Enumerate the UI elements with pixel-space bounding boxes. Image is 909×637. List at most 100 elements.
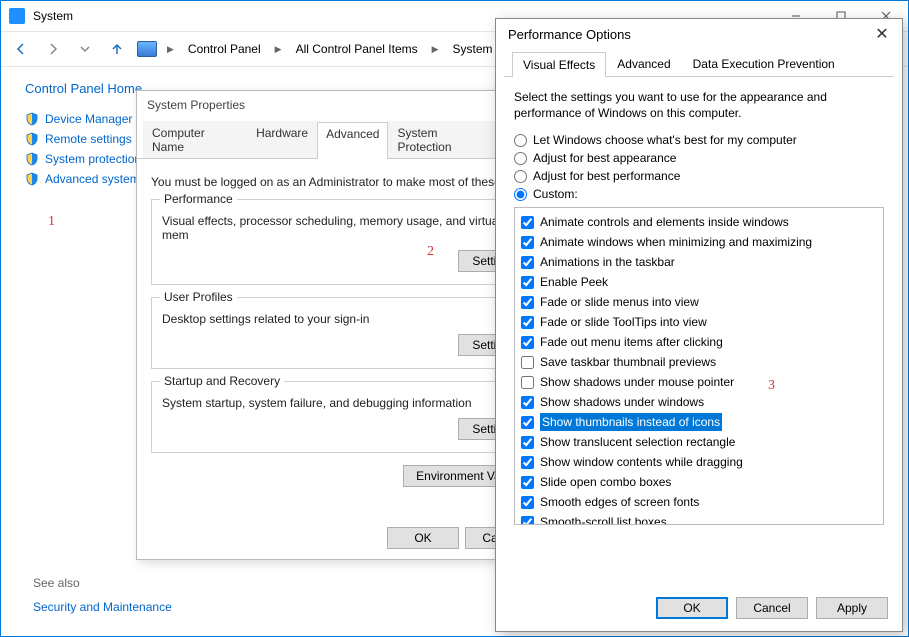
annotation-3: 3 <box>768 378 775 394</box>
check-show-shadows-under-mouse-pointer[interactable]: Show shadows under mouse pointer <box>521 372 877 392</box>
checkbox-input[interactable] <box>521 356 534 369</box>
up-button[interactable] <box>105 37 129 61</box>
recent-dropdown[interactable] <box>73 37 97 61</box>
crumb-system[interactable]: System <box>449 40 497 58</box>
tab-data-execution-prevention[interactable]: Data Execution Prevention <box>682 51 846 76</box>
radio-label: Let Windows choose what's best for my co… <box>533 133 797 147</box>
crumb-sep-icon: ▶ <box>430 44 441 55</box>
checkbox-input[interactable] <box>521 276 534 289</box>
close-button[interactable]: ✕ <box>872 24 892 44</box>
checkbox-label: Animate controls and elements inside win… <box>540 213 789 231</box>
tab-advanced[interactable]: Advanced <box>317 122 388 159</box>
system-properties-dialog: System Properties Computer NameHardwareA… <box>136 90 556 560</box>
performance-group: Performance Visual effects, processor sc… <box>151 199 541 285</box>
user-profiles-group: User Profiles Desktop settings related t… <box>151 297 541 369</box>
checkbox-input[interactable] <box>521 296 534 309</box>
checkbox-label: Fade or slide menus into view <box>540 293 699 311</box>
radio-input[interactable] <box>514 188 527 201</box>
check-animate-controls-and-elements-insid[interactable]: Animate controls and elements inside win… <box>521 212 877 232</box>
tab-computer-name[interactable]: Computer Name <box>143 121 247 158</box>
radio-input[interactable] <box>514 152 527 165</box>
check-animations-in-the-taskbar[interactable]: Animations in the taskbar <box>521 252 877 272</box>
tab-system-protection[interactable]: System Protection <box>388 121 501 158</box>
check-animate-windows-when-minimizing-and[interactable]: Animate windows when minimizing and maxi… <box>521 232 877 252</box>
ok-button[interactable]: OK <box>656 597 728 619</box>
radio-input[interactable] <box>514 134 527 147</box>
shield-icon <box>25 172 39 186</box>
tab-advanced[interactable]: Advanced <box>606 51 681 76</box>
checkbox-input[interactable] <box>521 516 534 526</box>
forward-button[interactable] <box>41 37 65 61</box>
checkbox-input[interactable] <box>521 456 534 469</box>
see-also-label: See also <box>33 576 80 590</box>
group-title: Startup and Recovery <box>160 374 284 388</box>
check-smooth-edges-of-screen-fonts[interactable]: Smooth edges of screen fonts <box>521 492 877 512</box>
radio-input[interactable] <box>514 170 527 183</box>
back-button[interactable] <box>9 37 33 61</box>
radio-custom-[interactable]: Custom: <box>514 187 884 201</box>
check-fade-or-slide-menus-into-view[interactable]: Fade or slide menus into view <box>521 292 877 312</box>
radio-adjust-for-best-performance[interactable]: Adjust for best performance <box>514 169 884 183</box>
shield-icon <box>25 112 39 126</box>
visual-effects-checklist[interactable]: 3 Animate controls and elements inside w… <box>514 207 884 525</box>
annotation-1: 1 <box>48 214 55 230</box>
check-show-shadows-under-windows[interactable]: Show shadows under windows <box>521 392 877 412</box>
group-desc: Desktop settings related to your sign-in <box>162 312 530 326</box>
address-icon <box>137 41 157 57</box>
shield-icon <box>25 152 39 166</box>
checkbox-label: Show thumbnails instead of icons <box>540 413 722 431</box>
apply-button[interactable]: Apply <box>816 597 888 619</box>
checkbox-input[interactable] <box>521 436 534 449</box>
checkbox-label: Show window contents while dragging <box>540 453 743 471</box>
crumb-all-items[interactable]: All Control Panel Items <box>292 40 422 58</box>
check-save-taskbar-thumbnail-previews[interactable]: Save taskbar thumbnail previews <box>521 352 877 372</box>
ok-button[interactable]: OK <box>387 527 459 549</box>
performance-options-dialog: Performance Options ✕ Visual EffectsAdva… <box>495 18 903 632</box>
group-title: User Profiles <box>160 290 237 304</box>
checkbox-label: Show shadows under windows <box>540 393 704 411</box>
check-show-translucent-selection-rectangl[interactable]: Show translucent selection rectangle <box>521 432 877 452</box>
checkbox-label: Show shadows under mouse pointer <box>540 373 734 391</box>
check-show-window-contents-while-dragging[interactable]: Show window contents while dragging <box>521 452 877 472</box>
cancel-button[interactable]: Cancel <box>736 597 808 619</box>
check-enable-peek[interactable]: Enable Peek <box>521 272 877 292</box>
checkbox-input[interactable] <box>521 376 534 389</box>
radio-label: Adjust for best appearance <box>533 151 676 165</box>
checkbox-input[interactable] <box>521 496 534 509</box>
dialog-title: Performance Options <box>508 27 631 42</box>
group-desc: Visual effects, processor scheduling, me… <box>162 214 530 242</box>
checkbox-input[interactable] <box>521 316 534 329</box>
checkbox-label: Animate windows when minimizing and maxi… <box>540 233 812 251</box>
check-slide-open-combo-boxes[interactable]: Slide open combo boxes <box>521 472 877 492</box>
checkbox-label: Animations in the taskbar <box>540 253 675 271</box>
check-show-thumbnails-instead-of-icons[interactable]: Show thumbnails instead of icons <box>521 412 877 432</box>
shield-icon <box>25 132 39 146</box>
checkbox-input[interactable] <box>521 216 534 229</box>
checkbox-input[interactable] <box>521 476 534 489</box>
group-title: Performance <box>160 192 237 206</box>
crumb-sep-icon: ▶ <box>165 44 176 55</box>
tab-hardware[interactable]: Hardware <box>247 121 317 158</box>
crumb-control-panel[interactable]: Control Panel <box>184 40 265 58</box>
tab-visual-effects[interactable]: Visual Effects <box>512 52 606 77</box>
checkbox-label: Save taskbar thumbnail previews <box>540 353 716 371</box>
checkbox-input[interactable] <box>521 416 534 429</box>
radio-let-windows-choose-what-s-best[interactable]: Let Windows choose what's best for my co… <box>514 133 884 147</box>
annotation-2: 2 <box>427 244 434 260</box>
check-smooth-scroll-list-boxes[interactable]: Smooth-scroll list boxes <box>521 512 877 525</box>
checkbox-input[interactable] <box>521 396 534 409</box>
checkbox-input[interactable] <box>521 256 534 269</box>
radio-label: Adjust for best performance <box>533 169 680 183</box>
radio-adjust-for-best-appearance[interactable]: Adjust for best appearance <box>514 151 884 165</box>
check-fade-or-slide-tooltips-into-view[interactable]: Fade or slide ToolTips into view <box>521 312 877 332</box>
perf-description: Select the settings you want to use for … <box>514 89 884 121</box>
security-maintenance-link[interactable]: Security and Maintenance <box>33 600 172 614</box>
checkbox-input[interactable] <box>521 236 534 249</box>
checkbox-label: Slide open combo boxes <box>540 473 671 491</box>
checkbox-input[interactable] <box>521 336 534 349</box>
checkbox-label: Smooth-scroll list boxes <box>540 513 667 525</box>
checkbox-label: Fade out menu items after clicking <box>540 333 723 351</box>
dialog-title: System Properties <box>137 91 555 119</box>
check-fade-out-menu-items-after-clicking[interactable]: Fade out menu items after clicking <box>521 332 877 352</box>
task-label: Remote settings <box>45 132 132 146</box>
